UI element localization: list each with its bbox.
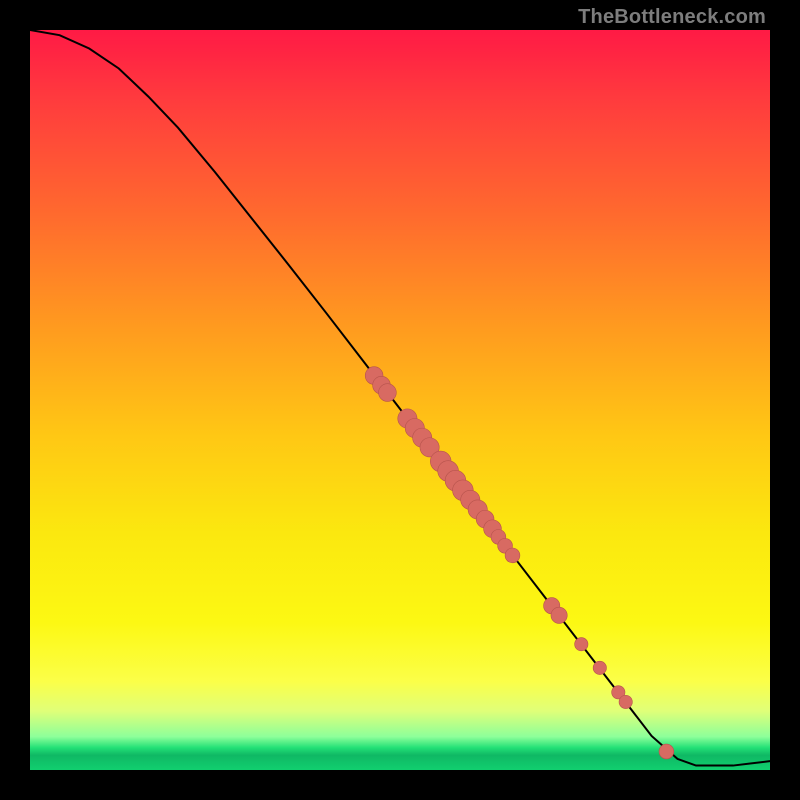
chart-overlay-svg: [30, 30, 770, 770]
data-point-marker: [659, 744, 674, 759]
data-point-marker: [551, 607, 567, 623]
chart-frame: TheBottleneck.com: [0, 0, 800, 800]
watermark-text: TheBottleneck.com: [578, 6, 766, 29]
data-point-marker: [505, 548, 520, 563]
data-point-marker: [619, 695, 632, 708]
data-point-marker: [379, 384, 397, 402]
data-point-marker: [593, 661, 606, 674]
plot-area: [30, 30, 770, 770]
data-point-marker: [575, 638, 588, 651]
bottleneck-curve: [30, 30, 770, 766]
